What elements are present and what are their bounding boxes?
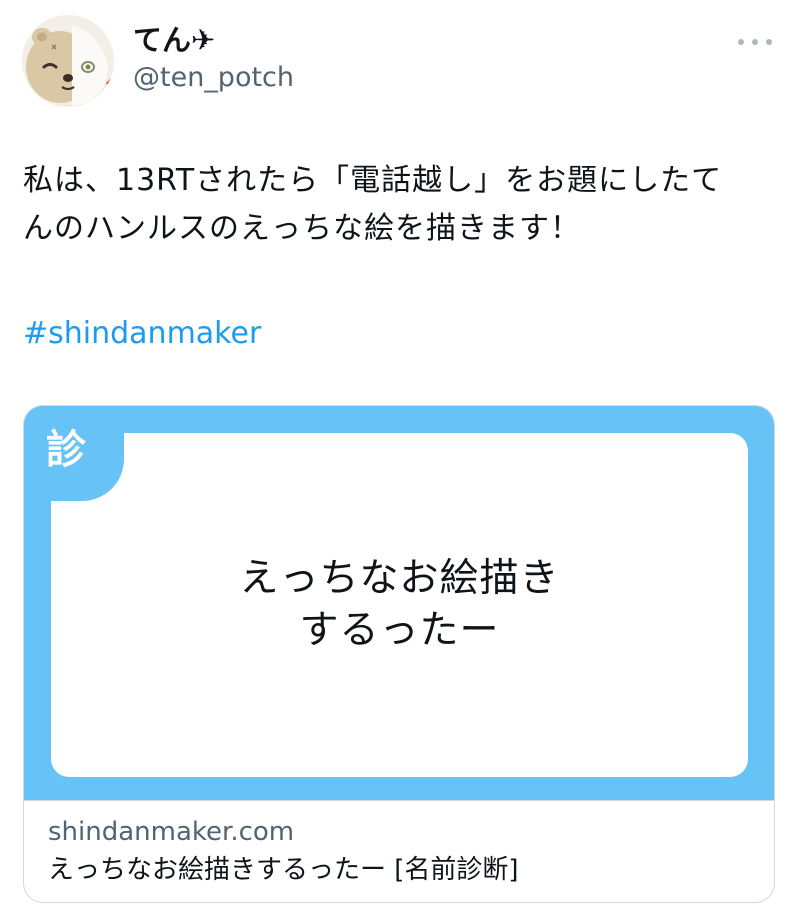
ellipsis-icon (738, 39, 744, 45)
tweet-text: 私は、13RTされたら「電話越し」をお題にしたて んのハンルスのえっちな絵を描き… (23, 157, 783, 253)
avatar[interactable] (22, 15, 114, 107)
card-title: えっちなお絵描きするったー [名前診断] (48, 855, 519, 885)
card-image-title-line: するったー (299, 608, 500, 653)
ellipsis-icon (766, 39, 772, 45)
more-options-button[interactable] (738, 32, 772, 52)
tweet-text-line: んのハンルスのえっちな絵を描きます！ (23, 211, 581, 246)
author-name-block: てん✈ @ten_potch (133, 22, 294, 96)
author-handle[interactable]: @ten_potch (133, 60, 294, 96)
author-display-name[interactable]: てん✈ (133, 22, 294, 58)
card-image-title-line: えっちなお絵描き (239, 556, 560, 601)
bear-avatar-icon (22, 15, 114, 107)
hashtag-link[interactable]: #shindanmaker (23, 312, 261, 356)
ellipsis-icon (752, 39, 758, 45)
card-image-title: えっちなお絵描き するったー (239, 553, 559, 657)
link-card[interactable]: えっちなお絵描き するったー 診 shindanmaker.com えっちなお絵… (23, 405, 775, 903)
diagnosis-badge-icon: 診 (46, 427, 86, 473)
card-image: えっちなお絵描き するったー 診 (24, 406, 774, 800)
diagnosis-badge: 診 (24, 406, 124, 501)
card-image-panel: えっちなお絵描き するったー (51, 433, 748, 777)
tweet-text-line: 私は、13RTされたら「電話越し」をお題にしたて (23, 163, 723, 198)
card-domain: shindanmaker.com (48, 817, 295, 847)
card-meta: shindanmaker.com えっちなお絵描きするったー [名前診断] (24, 800, 774, 902)
